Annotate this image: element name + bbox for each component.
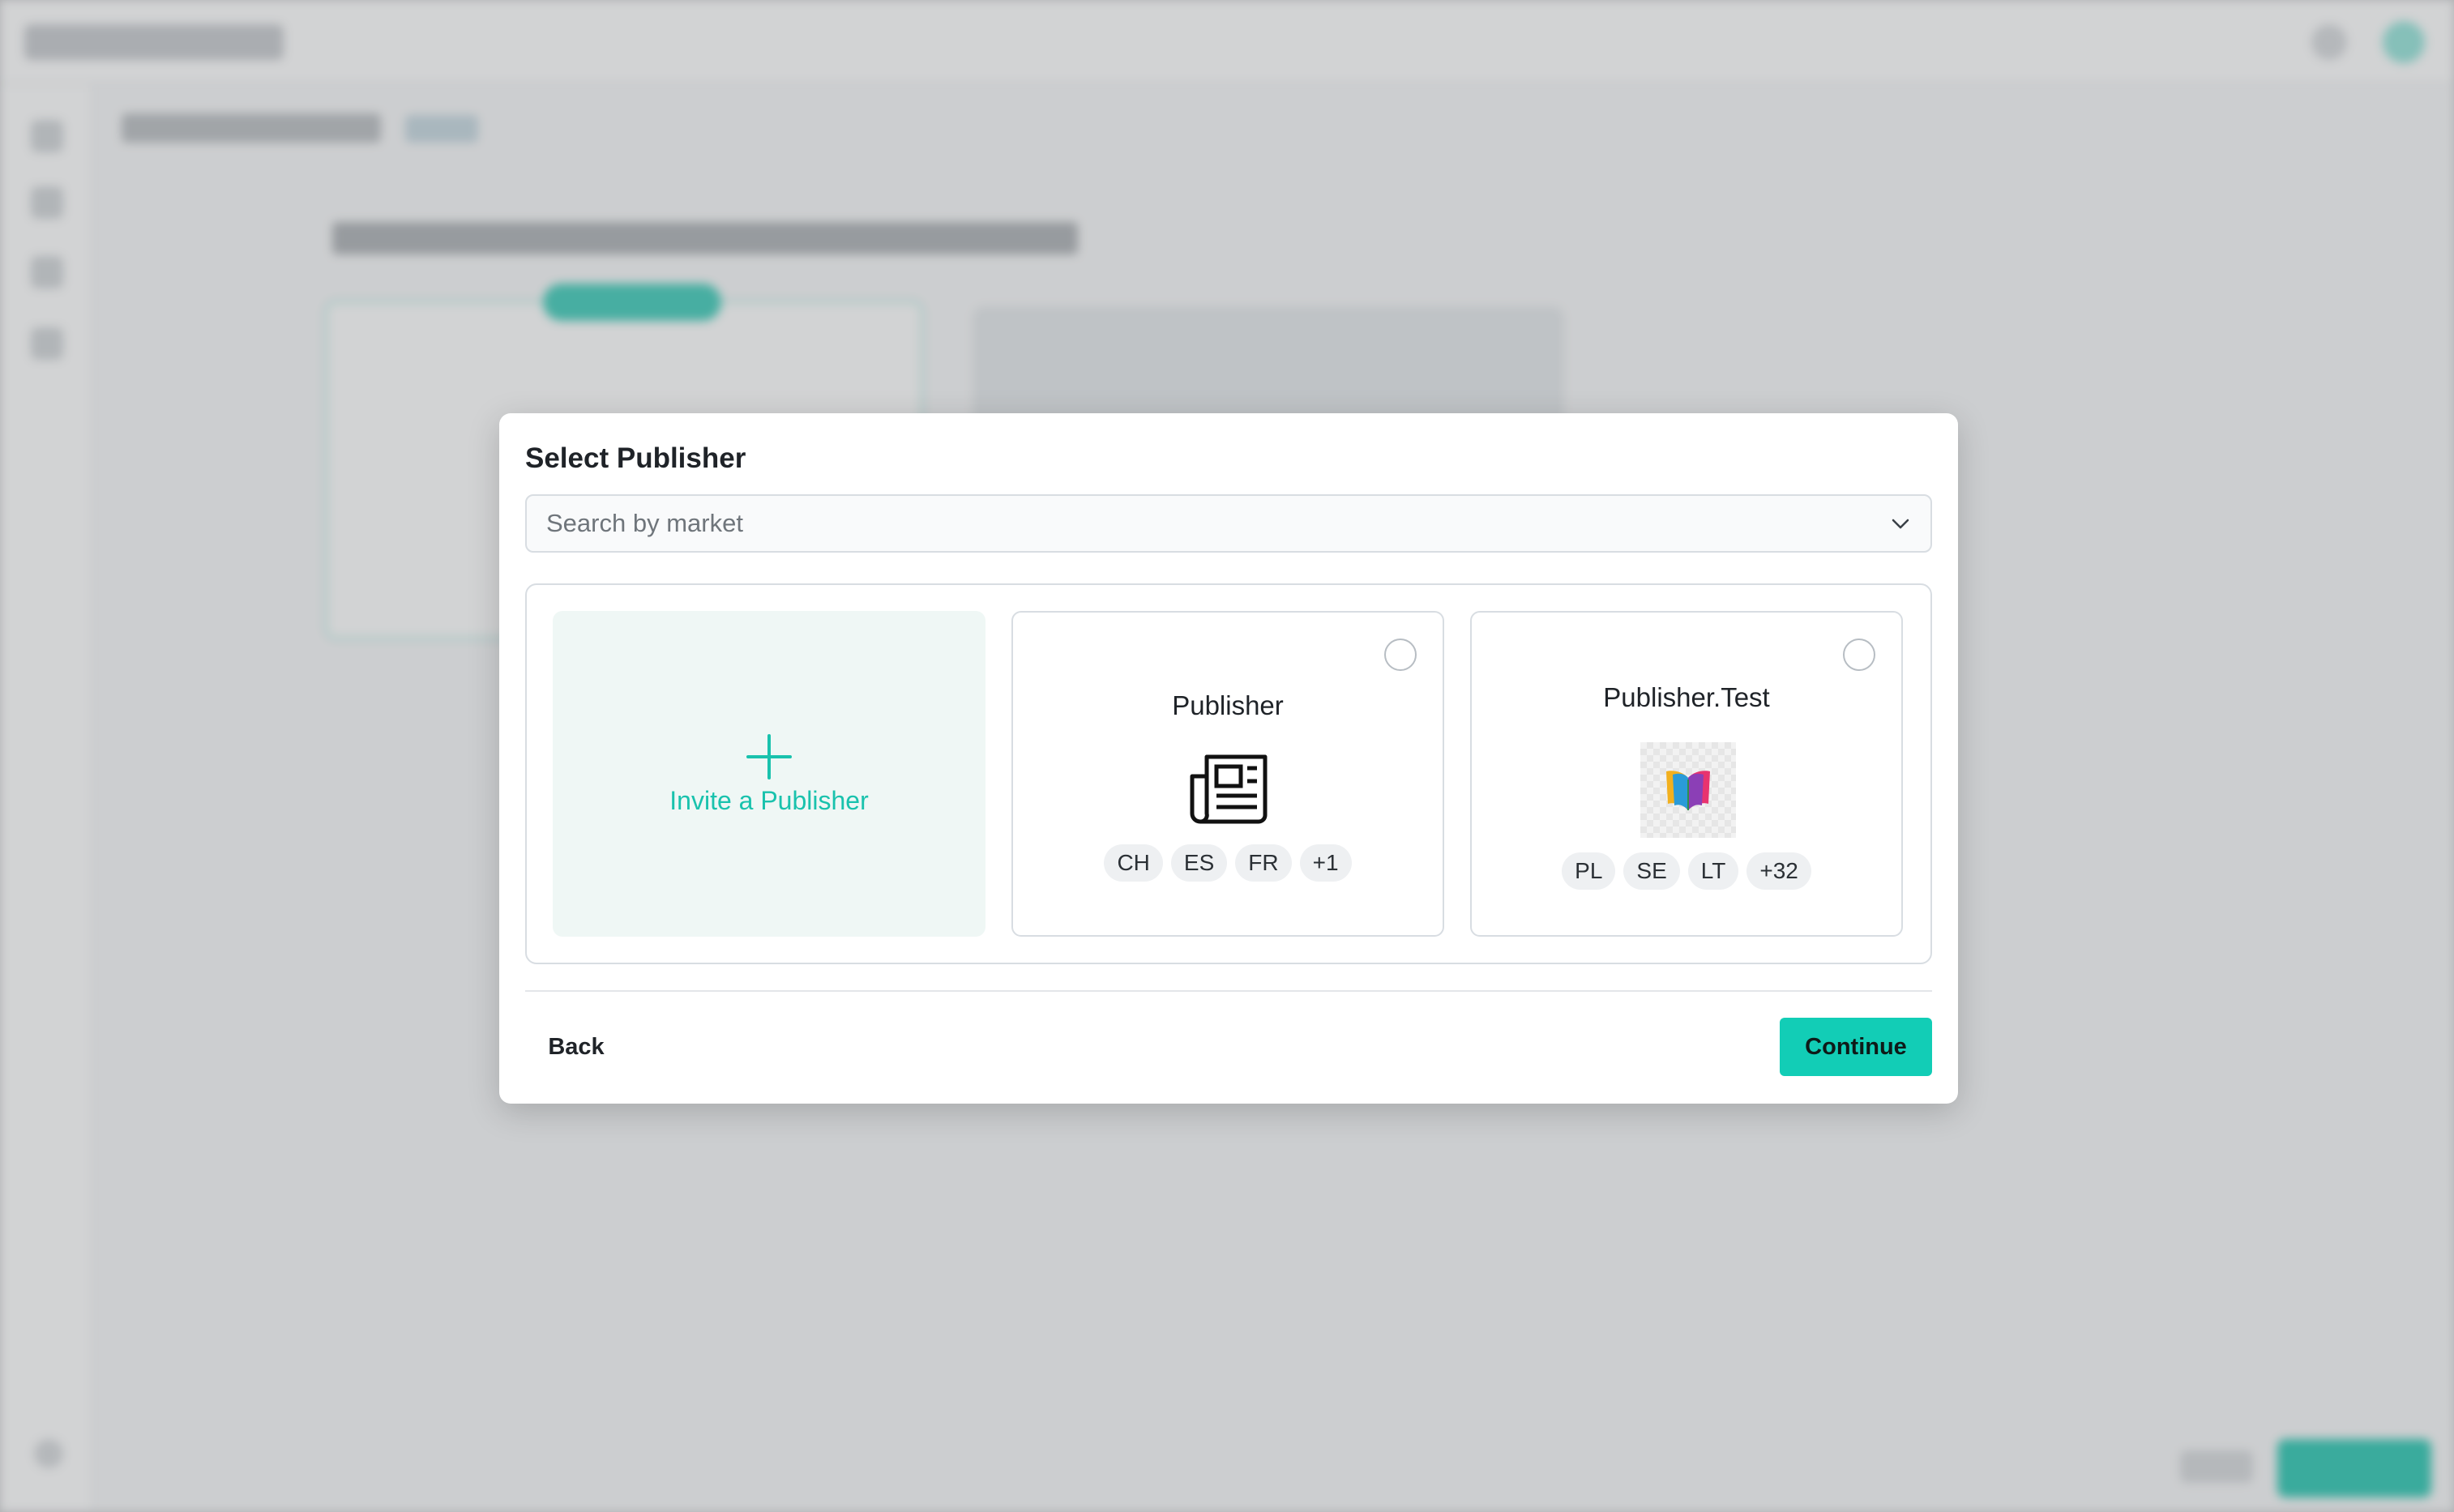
newspaper-icon: [1190, 754, 1268, 824]
market-tag: LT: [1687, 852, 1739, 890]
publisher-cards-container: Invite a Publisher Publisher CH ES FR +1: [525, 583, 1932, 964]
publisher-radio[interactable]: [1843, 639, 1875, 671]
publisher-card[interactable]: Publisher.Test PL SE LT +32: [1470, 611, 1903, 937]
market-tag: ES: [1170, 844, 1228, 882]
invite-publisher-card[interactable]: Invite a Publisher: [553, 611, 985, 937]
chevron-down-icon[interactable]: [1888, 512, 1913, 536]
select-publisher-modal: Select Publisher Invite a Publisher Publ…: [499, 413, 1958, 1104]
market-tag: FR: [1235, 844, 1292, 882]
invite-publisher-label: Invite a Publisher: [669, 786, 869, 815]
book-logo-icon: [1666, 771, 1710, 810]
plus-icon: [746, 734, 792, 779]
publisher-radio[interactable]: [1384, 639, 1417, 671]
publisher-name: Publisher: [1172, 690, 1284, 720]
publisher-card[interactable]: Publisher CH ES FR +1: [1011, 611, 1444, 937]
footer-divider: [525, 990, 1932, 992]
market-tag-more: +32: [1746, 852, 1811, 890]
market-tag: PL: [1562, 852, 1616, 890]
market-tags: CH ES FR +1: [1013, 844, 1443, 882]
market-tags: PL SE LT +32: [1472, 852, 1901, 890]
market-tag: CH: [1104, 844, 1163, 882]
modal-title: Select Publisher: [525, 442, 746, 474]
market-search-input[interactable]: [546, 496, 1859, 551]
publisher-logo: [1640, 742, 1736, 838]
market-tag-more: +1: [1299, 844, 1352, 882]
publisher-name: Publisher.Test: [1603, 682, 1770, 712]
market-search-select[interactable]: [525, 494, 1932, 553]
back-button[interactable]: Back: [525, 1018, 627, 1076]
continue-button[interactable]: Continue: [1780, 1018, 1932, 1076]
market-tag: SE: [1623, 852, 1680, 890]
